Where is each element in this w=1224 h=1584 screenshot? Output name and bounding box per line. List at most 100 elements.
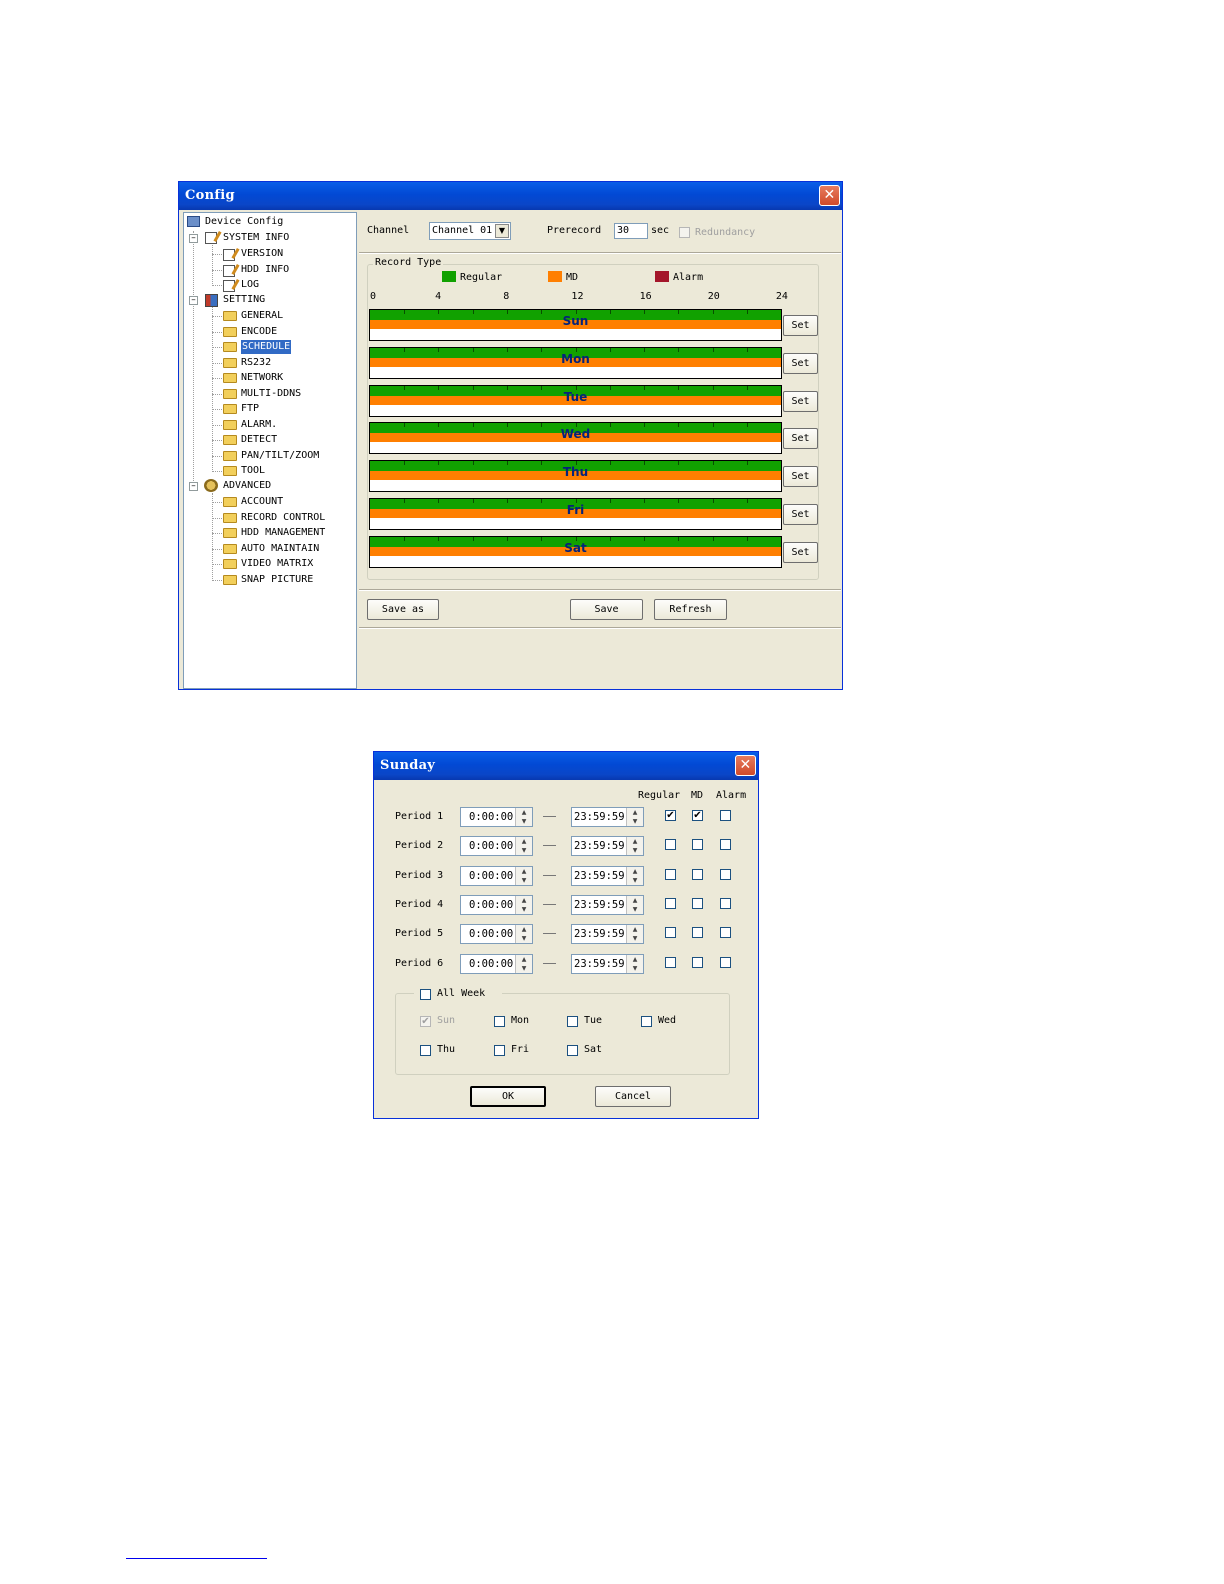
tree-system-info[interactable]: SYSTEM INFO — [223, 231, 289, 245]
tree-item-auto-maintain[interactable]: AUTO MAINTAIN — [241, 542, 319, 556]
tree-item-hdd-management[interactable]: HDD MANAGEMENT — [241, 526, 325, 540]
collapse-icon[interactable]: – — [189, 296, 198, 305]
weekday-checkbox-thu[interactable] — [420, 1045, 431, 1056]
period-regular-checkbox[interactable] — [665, 839, 676, 851]
tree-item-version[interactable]: VERSION — [241, 247, 283, 261]
period-alarm-checkbox[interactable] — [720, 810, 731, 821]
period-end-input[interactable]: 23:59:59 ▲ ▼ — [571, 924, 644, 945]
tree-item-log[interactable]: LOG — [241, 278, 259, 292]
tree-setting[interactable]: SETTING — [223, 293, 265, 307]
set-button-mon[interactable]: Set — [783, 352, 818, 374]
close-icon[interactable]: ✕ — [735, 755, 756, 776]
spinner-icon[interactable]: ▲ ▼ — [515, 808, 532, 826]
weekday-checkbox-sat[interactable] — [567, 1045, 578, 1056]
tree-root[interactable]: Device Config — [205, 215, 283, 229]
period-regular-checkbox[interactable] — [665, 927, 676, 939]
schedule-row-fri[interactable]: Fri — [369, 498, 782, 530]
period-start-input[interactable]: 0:00:00 ▲ ▼ — [460, 894, 533, 915]
tree-item-record-control[interactable]: RECORD CONTROL — [241, 511, 325, 525]
period-end-input[interactable]: 23:59:59 ▲ ▼ — [571, 865, 644, 886]
redundancy-checkbox[interactable] — [679, 227, 690, 238]
weekday-checkbox-tue[interactable] — [567, 1016, 578, 1027]
refresh-button[interactable]: Refresh — [654, 599, 727, 620]
period-start-input[interactable]: 0:00:00 ▲ ▼ — [460, 807, 533, 827]
spinner-icon[interactable]: ▲ ▼ — [515, 895, 532, 914]
period-alarm-checkbox[interactable] — [720, 897, 731, 909]
spinner-icon[interactable]: ▲ ▼ — [626, 954, 643, 973]
ok-button[interactable]: OK — [470, 1086, 546, 1107]
period-end-input[interactable]: 23:59:59 ▲ ▼ — [571, 836, 644, 857]
set-button-sun[interactable]: Set — [783, 315, 818, 336]
period-start-input[interactable]: 0:00:00 ▲ ▼ — [460, 924, 533, 945]
period-start-input[interactable]: 0:00:00 ▲ ▼ — [460, 953, 533, 974]
schedule-row-thu[interactable]: Thu — [369, 460, 782, 493]
config-titlebar[interactable]: Config ✕ — [179, 182, 842, 210]
period-md-checkbox[interactable] — [692, 839, 703, 851]
tree-item-video-matrix[interactable]: VIDEO MATRIX — [241, 557, 313, 571]
spinner-icon[interactable]: ▲ ▼ — [626, 808, 643, 826]
weekday-checkbox-mon[interactable] — [494, 1016, 505, 1027]
tree-item-ftp[interactable]: FTP — [241, 402, 259, 416]
tree-item-detect[interactable]: DETECT — [241, 433, 277, 447]
weekday-checkbox-fri[interactable] — [494, 1045, 505, 1056]
spinner-icon[interactable]: ▲ ▼ — [515, 954, 532, 973]
period-md-checkbox[interactable] — [692, 868, 703, 880]
period-regular-checkbox[interactable] — [665, 868, 676, 880]
tree-item-tool[interactable]: TOOL — [241, 464, 265, 478]
period-md-checkbox[interactable] — [692, 897, 703, 909]
schedule-row-wed[interactable]: Wed — [369, 422, 782, 455]
period-start-input[interactable]: 0:00:00 ▲ ▼ — [460, 836, 533, 857]
tree-item-encode[interactable]: ENCODE — [241, 325, 277, 339]
spinner-icon[interactable]: ▲ ▼ — [626, 866, 643, 885]
weekday-checkbox-sun[interactable]: ✔ — [420, 1016, 431, 1027]
tree-item-network[interactable]: NETWORK — [241, 371, 283, 385]
spinner-icon[interactable]: ▲ ▼ — [626, 837, 643, 856]
save-button[interactable]: Save — [570, 599, 643, 620]
cancel-button[interactable]: Cancel — [595, 1086, 671, 1107]
period-md-checkbox[interactable] — [692, 927, 703, 939]
prerecord-input[interactable]: 30 — [614, 223, 648, 239]
period-end-input[interactable]: 23:59:59 ▲ ▼ — [571, 953, 644, 974]
save-as-button[interactable]: Save as — [367, 599, 439, 620]
spinner-icon[interactable]: ▲ ▼ — [515, 837, 532, 856]
spinner-icon[interactable]: ▲ ▼ — [515, 866, 532, 885]
period-end-input[interactable]: 23:59:59 ▲ ▼ — [571, 807, 644, 827]
tree-item-multi-ddns[interactable]: MULTI-DDNS — [241, 387, 301, 401]
schedule-row-mon[interactable]: Mon — [369, 346, 782, 379]
channel-select[interactable]: Channel 01 ▼ — [429, 222, 511, 240]
period-alarm-checkbox[interactable] — [720, 927, 731, 939]
dropdown-arrow-icon[interactable]: ▼ — [495, 224, 509, 238]
spinner-icon[interactable]: ▲ ▼ — [626, 925, 643, 944]
all-week-checkbox[interactable] — [420, 989, 431, 1000]
collapse-icon[interactable]: – — [189, 482, 198, 491]
collapse-icon[interactable]: – — [189, 234, 198, 243]
spinner-icon[interactable]: ▲ ▼ — [515, 925, 532, 944]
spinner-icon[interactable]: ▲ ▼ — [626, 895, 643, 914]
period-alarm-checkbox[interactable] — [720, 868, 731, 880]
weekday-checkbox-wed[interactable] — [641, 1016, 652, 1027]
set-button-tue[interactable]: Set — [783, 390, 818, 412]
tree-item-account[interactable]: ACCOUNT — [241, 495, 283, 509]
set-button-fri[interactable]: Set — [783, 504, 818, 525]
period-md-checkbox[interactable]: ✔ — [692, 810, 703, 821]
period-start-input[interactable]: 0:00:00 ▲ ▼ — [460, 865, 533, 886]
set-button-wed[interactable]: Set — [783, 428, 818, 450]
tree-item-general[interactable]: GENERAL — [241, 309, 283, 323]
period-regular-checkbox[interactable] — [665, 956, 676, 968]
tree-item-schedule[interactable]: SCHEDULE — [241, 340, 292, 354]
period-regular-checkbox[interactable] — [665, 897, 676, 909]
tree-item-snap-picture[interactable]: SNAP PICTURE — [241, 573, 313, 587]
tree-item-rs232[interactable]: RS232 — [241, 356, 271, 370]
close-icon[interactable]: ✕ — [819, 185, 840, 206]
schedule-row-sun[interactable]: Sun — [369, 309, 782, 341]
set-button-sat[interactable]: Set — [783, 541, 818, 563]
tree-item-pan-tilt-zoom[interactable]: PAN/TILT/ZOOM — [241, 449, 319, 463]
period-alarm-checkbox[interactable] — [720, 956, 731, 968]
schedule-row-sat[interactable]: Sat — [369, 535, 782, 568]
tree-item-hdd-info[interactable]: HDD INFO — [241, 263, 289, 277]
schedule-row-tue[interactable]: Tue — [369, 384, 782, 417]
period-regular-checkbox[interactable]: ✔ — [665, 810, 676, 821]
period-alarm-checkbox[interactable] — [720, 839, 731, 851]
set-button-thu[interactable]: Set — [783, 466, 818, 488]
sunday-titlebar[interactable]: Sunday ✕ — [374, 752, 758, 780]
